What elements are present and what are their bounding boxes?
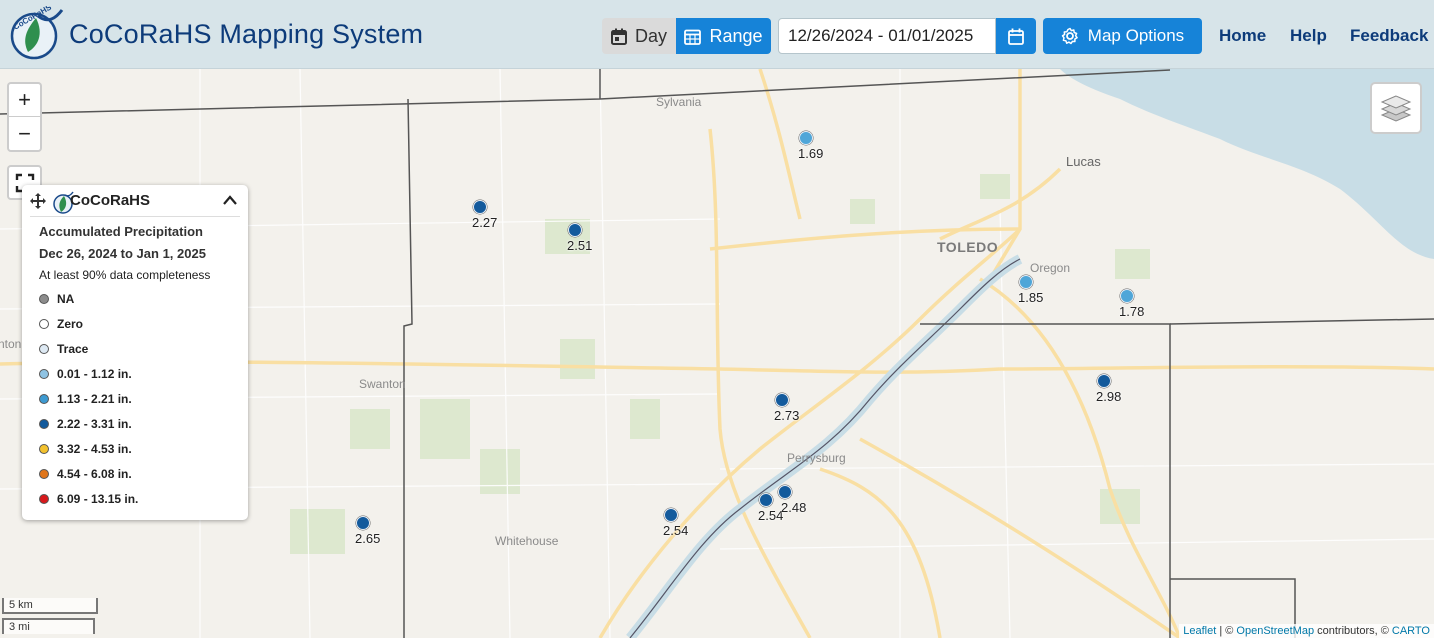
- station-marker[interactable]: [759, 493, 773, 507]
- legend-item: 4.54 - 6.08 in.: [39, 465, 132, 483]
- station-marker[interactable]: [664, 508, 678, 522]
- station-value-label: 1.69: [798, 146, 824, 161]
- nav-feedback-link[interactable]: Feedback: [1350, 26, 1428, 46]
- date-range-input[interactable]: 12/26/2024 - 01/01/2025: [778, 18, 996, 54]
- place-label-whitehouse: Whitehouse: [495, 534, 559, 548]
- legend-swatch: [39, 494, 49, 504]
- range-mode-label: Range: [709, 25, 763, 46]
- layers-icon: [1380, 95, 1412, 122]
- legend-item-label: 0.01 - 1.12 in.: [57, 367, 132, 381]
- station-value-label: 2.51: [567, 238, 593, 253]
- station-value-label: 2.73: [774, 408, 800, 423]
- collapse-chevron-icon[interactable]: [222, 194, 238, 206]
- station-marker[interactable]: [799, 131, 813, 145]
- station-value-label: 2.54: [663, 523, 689, 538]
- legend-item: 1.13 - 2.21 in.: [39, 390, 132, 408]
- station-marker[interactable]: [356, 516, 370, 530]
- station-marker[interactable]: [775, 393, 789, 407]
- page-title: CoCoRaHS Mapping System: [69, 19, 424, 49]
- place-label-oregon: Oregon: [1030, 261, 1071, 275]
- legend-title: CoCoRaHS: [70, 192, 151, 209]
- legend-item-label: 1.13 - 2.21 in.: [57, 392, 132, 406]
- legend-swatch: [39, 319, 49, 329]
- station-marker[interactable]: [1019, 275, 1033, 289]
- attribution-mid: contributors, ©: [1314, 625, 1392, 637]
- place-label-sylvania: Sylvania: [656, 95, 702, 109]
- place-label-toledo: TOLEDO: [937, 239, 999, 255]
- layers-button[interactable]: [1370, 82, 1422, 134]
- app-header: CoCoRaHS CoCoRaHS Mapping System Day Ran…: [0, 0, 1434, 69]
- place-label-lucas: Lucas: [1066, 154, 1101, 169]
- calendar-range-icon: [684, 29, 702, 45]
- legend-item-label: 6.09 - 13.15 in.: [57, 492, 139, 506]
- legend-item: NA: [39, 290, 74, 308]
- legend-item: 0.01 - 1.12 in.: [39, 365, 132, 383]
- scale-km: 5 km: [2, 598, 98, 614]
- station-value-label: 2.98: [1096, 389, 1122, 404]
- attribution-sep: | ©: [1216, 625, 1237, 637]
- move-icon[interactable]: [30, 193, 46, 209]
- range-mode-button[interactable]: Range: [676, 18, 771, 54]
- station-marker[interactable]: [1097, 374, 1111, 388]
- legend-swatch: [39, 444, 49, 454]
- legend-swatch: [39, 294, 49, 304]
- legend-swatch: [39, 369, 49, 379]
- calendar-day-icon: [610, 28, 627, 45]
- legend-item-label: 4.54 - 6.08 in.: [57, 467, 132, 481]
- place-label-swanton: Swanton: [359, 377, 406, 391]
- station-marker[interactable]: [1120, 289, 1134, 303]
- place-label-partial: nton: [0, 337, 22, 351]
- legend-item: 2.22 - 3.31 in.: [39, 415, 132, 433]
- legend-swatch: [39, 469, 49, 479]
- calendar-icon: [1008, 28, 1024, 45]
- legend-panel: CoCoRaHS Accumulated Precipitation Dec 2…: [22, 185, 248, 520]
- carto-link[interactable]: CARTO: [1392, 625, 1430, 637]
- legend-item: 3.32 - 4.53 in.: [39, 440, 132, 458]
- station-value-label: 1.78: [1119, 304, 1145, 319]
- legend-subtitle: Accumulated Precipitation: [39, 224, 203, 239]
- day-mode-button[interactable]: Day: [602, 18, 676, 54]
- gear-icon: [1061, 27, 1078, 45]
- station-marker[interactable]: [568, 223, 582, 237]
- calendar-picker-button[interactable]: [996, 18, 1036, 54]
- map-options-label: Map Options: [1087, 26, 1185, 45]
- legend-date-range: Dec 26, 2024 to Jan 1, 2025: [39, 246, 206, 261]
- station-value-label: 2.65: [355, 531, 381, 546]
- legend-item: 6.09 - 13.15 in.: [39, 490, 138, 508]
- legend-swatch: [39, 419, 49, 429]
- map-attribution: Leaflet | © OpenStreetMap contributors, …: [1179, 624, 1434, 638]
- place-label-perrysburg: Perrysburg: [787, 451, 846, 465]
- station-value-label: 1.85: [1018, 290, 1044, 305]
- legend-item-label: 2.22 - 3.31 in.: [57, 417, 132, 431]
- legend-item-label: Zero: [57, 317, 84, 331]
- legend-swatch: [39, 344, 49, 354]
- zoom-in-button[interactable]: +: [9, 84, 40, 117]
- legend-item-label: NA: [57, 292, 75, 306]
- nav-help-link[interactable]: Help: [1290, 26, 1327, 46]
- legend-item: Zero: [39, 315, 83, 333]
- scale-mi: 3 mi: [2, 618, 95, 634]
- legend-item: Trace: [39, 340, 88, 358]
- leaflet-link[interactable]: Leaflet: [1183, 625, 1216, 637]
- legend-item-label: 3.32 - 4.53 in.: [57, 442, 132, 456]
- osm-link[interactable]: OpenStreetMap: [1236, 625, 1314, 637]
- legend-item-label: Trace: [57, 342, 89, 356]
- cocorahs-logo[interactable]: CoCoRaHS: [8, 2, 64, 62]
- nav-home-link[interactable]: Home: [1219, 26, 1266, 46]
- legend-completeness-note: At least 90% data completeness: [39, 268, 211, 282]
- station-marker[interactable]: [473, 200, 487, 214]
- station-marker[interactable]: [778, 485, 792, 499]
- zoom-control: + −: [7, 82, 42, 152]
- day-mode-label: Day: [634, 25, 667, 46]
- station-value-label: 2.27: [472, 215, 498, 230]
- zoom-out-button[interactable]: −: [9, 117, 40, 150]
- station-value-label: 2.48: [781, 500, 807, 515]
- legend-swatch: [39, 394, 49, 404]
- station-value-label: 2.54: [758, 508, 784, 523]
- map-options-button[interactable]: Map Options: [1043, 18, 1202, 54]
